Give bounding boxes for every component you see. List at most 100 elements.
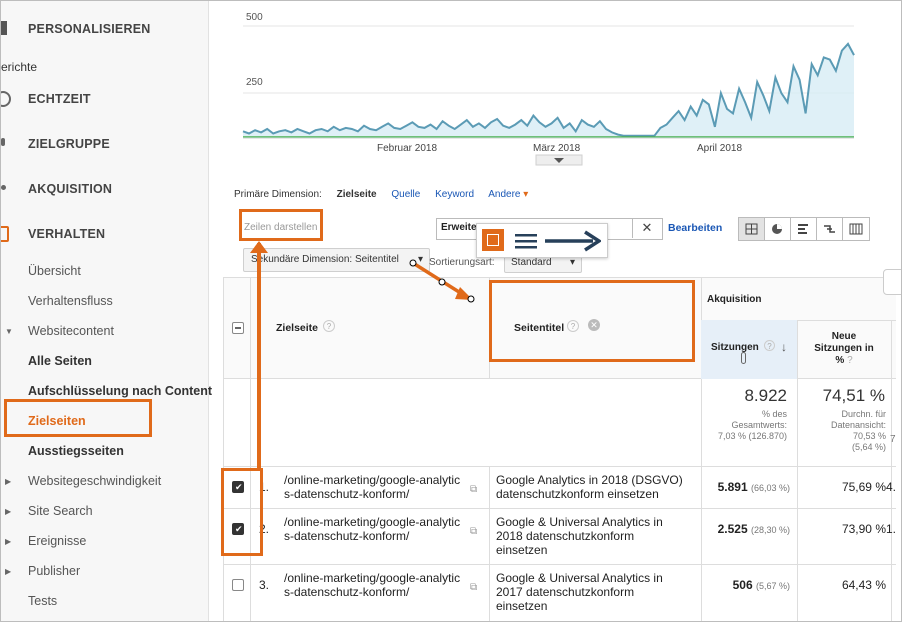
sidebar-personalisieren[interactable]: PERSONALISIEREN xyxy=(28,22,150,36)
comparison-view-icon[interactable] xyxy=(817,218,843,240)
secondary-dimension-dropdown[interactable]: Sekundäre Dimension: Seitentitel ▾ xyxy=(243,248,430,272)
row-checkbox[interactable] xyxy=(232,579,244,591)
open-link-icon[interactable]: ⧉ xyxy=(470,582,477,593)
header-neue-percent: % xyxy=(835,355,845,366)
open-link-icon[interactable]: ⧉ xyxy=(470,526,477,537)
sort-desc-arrow-icon[interactable]: ↓ xyxy=(781,340,787,354)
sidebar-item-verhaltensfluss[interactable]: Verhaltensfluss xyxy=(28,294,113,308)
sidebar-verhalten[interactable]: VERHALTEN xyxy=(28,227,105,241)
dimension-quelle[interactable]: Quelle xyxy=(391,189,420,200)
x-label-februar: Februar 2018 xyxy=(377,143,437,154)
table-row[interactable]: ✔ 2. /online-marketing/google-analytic s… xyxy=(224,508,896,564)
row-number: 3. xyxy=(259,578,270,592)
select-all-checkbox[interactable] xyxy=(232,322,244,334)
row-extra: 4. xyxy=(886,480,897,494)
row-page-title-line1: Google & Universal Analytics in xyxy=(496,571,663,585)
total-neue-sub3: 70,53 % xyxy=(852,431,886,441)
pie-view-icon[interactable] xyxy=(765,218,791,240)
help-icon: ? xyxy=(847,355,853,366)
bar-view-icon[interactable] xyxy=(791,218,817,240)
behavior-icon xyxy=(1,226,9,242)
collapsed-triangle-icon[interactable]: ▶ xyxy=(5,477,11,486)
row-extra: 1. xyxy=(886,522,897,536)
total-sitzungen-sub: % des Gesamtwerts: 7,03 % (126.870) xyxy=(701,409,787,442)
row-page-title: Google & Universal Analytics in 2018 dat… xyxy=(496,515,701,557)
header-zielseite[interactable]: Zielseite xyxy=(276,322,318,334)
dimension-keyword[interactable]: Keyword xyxy=(435,189,474,200)
menu-arrow-icons[interactable] xyxy=(511,230,601,252)
help-icon[interactable]: ? xyxy=(323,320,335,332)
sidebar-item-publisher[interactable]: Publisher xyxy=(28,564,80,578)
collapsed-triangle-icon[interactable]: ▶ xyxy=(5,567,11,576)
collapsed-triangle-icon[interactable]: ▶ xyxy=(5,537,11,546)
sidebar-item-uebersicht[interactable]: Übersicht xyxy=(28,264,81,278)
sidebar-berichte-heading: erichte xyxy=(1,60,38,74)
collapsed-triangle-icon[interactable]: ▶ xyxy=(5,507,11,516)
clock-icon xyxy=(1,91,11,107)
row-sessions-value: 2.525 xyxy=(717,522,748,536)
dimension-zielseite[interactable]: Zielseite xyxy=(337,189,377,200)
row-page-title-line2: 2018 datenschutzkonform xyxy=(496,529,635,543)
caret-down-icon: ▾ xyxy=(417,254,423,265)
sidebar-item-tests[interactable]: Tests xyxy=(28,594,57,608)
checkbox-highlight-box xyxy=(221,468,263,556)
zeilen-highlight-box xyxy=(239,209,323,241)
row-landing-page[interactable]: /online-marketing/google-analytic s-date… xyxy=(284,515,484,543)
total-neue-sub2: Datenansicht: xyxy=(830,420,886,430)
row-sessions: 5.891 (66,03 %) xyxy=(701,480,790,494)
table-row[interactable]: 3. /online-marketing/google-analytic s-d… xyxy=(224,564,896,621)
row-sessions-value: 5.891 xyxy=(717,480,748,494)
sidebar-item-ausstiegsseiten[interactable]: Ausstiegsseiten xyxy=(28,444,124,458)
person-icon xyxy=(1,138,5,146)
sidebar-item-websitegeschwindigkeit[interactable]: Websitegeschwindigkeit xyxy=(28,474,161,488)
sidebar-item-alle-seiten[interactable]: Alle Seiten xyxy=(28,354,92,368)
sidebar: PERSONALISIEREN erichte ECHTZEIT ZIELGRU… xyxy=(1,1,212,621)
row-sessions: 2.525 (28,30 %) xyxy=(701,522,790,536)
row-landing-page-line2: s-datenschutz-konform/ xyxy=(284,529,410,543)
expanded-triangle-icon[interactable]: ▼ xyxy=(5,327,13,336)
row-page-title-line2: 2017 datenschutzkonform xyxy=(496,585,635,599)
caret-down-icon: ▾ xyxy=(523,189,529,200)
sidebar-zielgruppe[interactable]: ZIELGRUPPE xyxy=(28,137,110,151)
total-sitzungen-sub1: % des xyxy=(761,409,787,419)
y-tick-500: 500 xyxy=(246,12,263,23)
header-neue-line3: % ? xyxy=(797,355,891,367)
row-sessions-pct: (66,03 %) xyxy=(750,483,790,493)
side-panel-toggle[interactable] xyxy=(883,269,901,295)
row-landing-page-line1: /online-marketing/google-analytic xyxy=(284,571,461,585)
help-icon[interactable]: ? xyxy=(764,340,775,351)
total-neue-sub1: Durchn. für xyxy=(841,409,886,419)
table-row[interactable]: ✔ 1. /online-marketing/google-analytic s… xyxy=(224,466,896,508)
sort-type-value: Standard xyxy=(511,257,552,268)
row-landing-page-line1: /online-marketing/google-analytic xyxy=(284,473,461,487)
sidebar-item-websitecontent[interactable]: Websitecontent xyxy=(28,324,114,338)
pivot-view-icon[interactable] xyxy=(843,218,869,240)
header-sitzungen[interactable]: Sitzungen xyxy=(711,342,759,353)
app-window: PERSONALISIEREN erichte ECHTZEIT ZIELGRU… xyxy=(0,0,902,622)
row-sessions-value: 506 xyxy=(732,578,753,592)
sidebar-item-ereignisse[interactable]: Ereignisse xyxy=(28,534,86,548)
dimension-andere[interactable]: Andere xyxy=(488,189,520,200)
total-sitzungen-sub3: 7,03 % (126.870) xyxy=(717,431,787,441)
y-tick-250: 250 xyxy=(246,77,263,88)
header-neue-line1: Neue xyxy=(831,331,857,342)
row-landing-page[interactable]: /online-marketing/google-analytic s-date… xyxy=(284,571,484,599)
header-neue-sitzungen[interactable]: Neue Sitzungen in % ? xyxy=(797,331,891,367)
row-new-sessions: 64,43 % xyxy=(841,578,886,592)
table-view-icon[interactable] xyxy=(739,218,765,240)
clear-search-icon[interactable]: ✕ xyxy=(632,218,661,238)
open-link-icon[interactable]: ⧉ xyxy=(470,484,477,495)
sidebar-item-aufschluesselung[interactable]: Aufschlüsselung nach Content xyxy=(28,384,212,398)
total-extra: 7 xyxy=(890,434,896,445)
row-landing-page-line2: s-datenschutz-konform/ xyxy=(284,585,410,599)
bearbeiten-link[interactable]: Bearbeiten xyxy=(668,222,722,234)
row-page-title: Google & Universal Analytics in 2017 dat… xyxy=(496,571,701,613)
sidebar-akquisition[interactable]: AKQUISITION xyxy=(28,182,112,196)
sidebar-item-site-search[interactable]: Site Search xyxy=(28,504,93,518)
sidebar-echtzeit[interactable]: ECHTZEIT xyxy=(28,92,91,106)
row-sessions: 506 (5,67 %) xyxy=(701,578,790,592)
thermometer-icon xyxy=(741,352,746,364)
row-landing-page[interactable]: /online-marketing/google-analytic s-date… xyxy=(284,473,484,501)
rectangle-tool-icon[interactable] xyxy=(482,229,504,251)
total-neue-sub4: (5,64 %) xyxy=(851,442,886,452)
